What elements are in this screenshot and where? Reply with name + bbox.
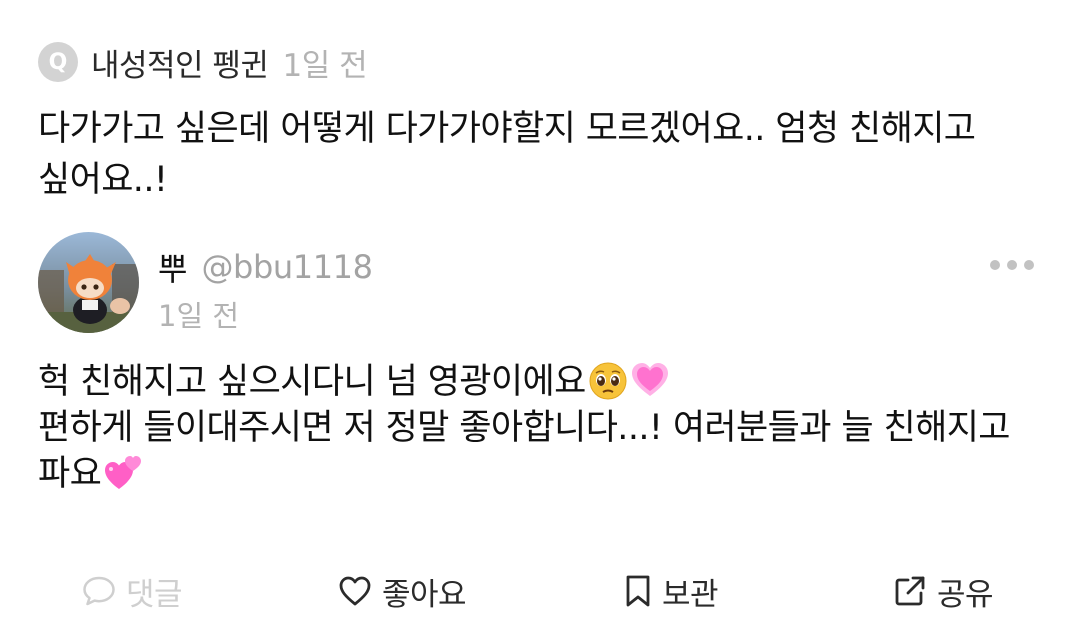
comment-button[interactable]: 댓글 [82,566,183,616]
like-button[interactable]: 좋아요 [338,566,467,616]
answer-line-3-text: 파요 [38,454,102,494]
answer-line-3: 파요 [38,451,1048,497]
answer-author-row: 뿌 @bbu1118 [158,245,373,289]
question-line-2: 싶어요..! [38,160,168,200]
more-dots-icon [990,260,1000,270]
q-badge-icon: Q [38,42,78,82]
heart-icon [339,576,371,606]
answer-time: 1일 전 [158,299,240,333]
avatar[interactable] [38,232,139,333]
answer-card: Q 내성적인 펭귄 1일 전 다가가고 싶은데 어떻게 다가가야할지 모르겠어요… [0,0,1080,627]
like-label: 좋아요 [382,576,467,613]
more-dots-icon [1007,260,1017,270]
answer-line-1-text: 헉 친해지고 싶으시다니 넘 영광이에요 [38,362,586,402]
comment-label: 댓글 [126,576,183,613]
save-label: 보관 [662,576,719,613]
two-hearts-emoji [105,456,142,489]
question-time: 1일 전 [282,47,368,84]
pleading-face-emoji [589,362,627,400]
answer-line-2: 편하게 들이대주시면 저 정말 좋아합니다...! 여러분들과 늘 친해지고 [38,408,1010,448]
more-options-button[interactable] [990,254,1034,276]
answer-author-name[interactable]: 뿌 [158,244,187,290]
more-dots-icon [1024,260,1034,270]
question-text: 다가가고 싶은데 어떻게 다가가야할지 모르겠어요.. 엄청 친해지고 싶어요.… [38,104,1048,206]
speech-bubble-icon [83,576,115,606]
growing-heart-emoji [631,363,668,396]
question-header: Q 내성적인 펭귄 1일 전 [38,40,368,85]
avatar-plush-photo [38,232,139,333]
action-bar: 댓글 좋아요 보관 공유 [0,566,1080,616]
bookmark-icon [626,575,650,607]
answer-author-handle[interactable]: @bbu1118 [201,248,373,286]
share-button[interactable]: 공유 [893,566,994,616]
answer-text: 헉 친해지고 싶으시다니 넘 영광이에요 편하게 들이대주시면 저 정말 좋아합… [38,359,1048,497]
question-line-1: 다가가고 싶은데 어떻게 다가가야할지 모르겠어요.. 엄청 친해지고 [38,109,976,149]
save-button[interactable]: 보관 [624,566,719,616]
answer-line-1: 헉 친해지고 싶으시다니 넘 영광이에요 [38,359,1048,405]
question-author[interactable]: 내성적인 펭귄 [91,40,269,85]
share-label: 공유 [937,576,994,613]
share-icon [895,576,925,606]
